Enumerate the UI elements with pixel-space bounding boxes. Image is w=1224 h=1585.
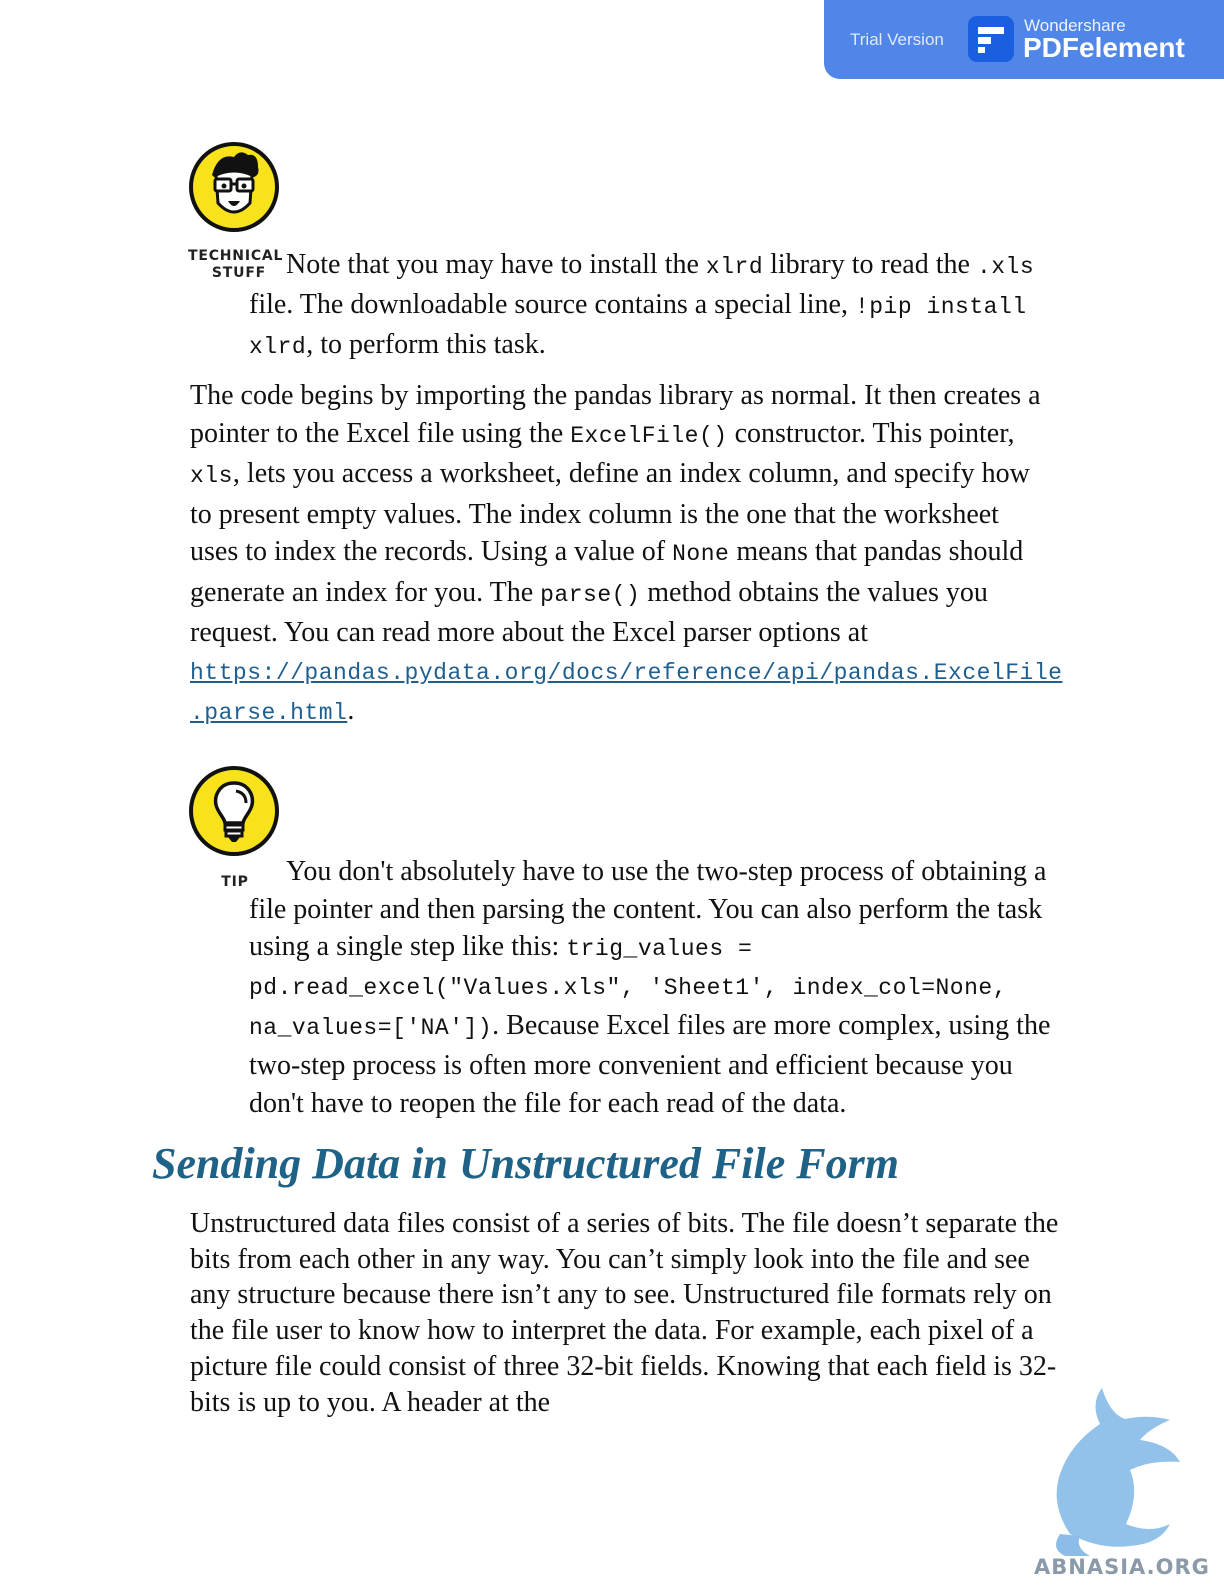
abnasia-watermark: ABNASIA.ORG (1030, 1384, 1210, 1580)
note-code-xlrd: xlrd (705, 254, 764, 280)
body-text-6: . (347, 695, 355, 726)
link-text-1: https://pandas.pydata.org/docs/reference… (190, 659, 1063, 686)
tip-code-2: pd.read_excel("Values.xls", 'Sheet1', in… (249, 974, 1008, 1001)
brand-product: PDFelement (1023, 32, 1185, 63)
section-paragraph: Unstructured data files consist of a ser… (190, 1208, 1059, 1418)
pandas-docs-link[interactable]: https://pandas.pydata.org/docs/reference… (190, 660, 1062, 727)
note-text-2: library to read the (763, 249, 977, 280)
tip-paragraph: You don't absolutely have to use the two… (249, 853, 1069, 1122)
link-text-2: .parse.html (190, 700, 348, 726)
body-code-xls: xls (190, 463, 233, 489)
body-text-2: constructor. This pointer, (727, 417, 1015, 449)
section-heading: Sending Data in Unstructured File Form (152, 1139, 899, 1188)
griffin-logo-icon: ABNASIA.ORG (1034, 1388, 1210, 1579)
note-code-xls: .xls (976, 254, 1035, 280)
body-code-none: None (672, 541, 730, 567)
watermark-text: ABNASIA.ORG (1034, 1555, 1210, 1579)
trial-version-label: Trial Version (850, 30, 944, 49)
note-text-3: file. The downloadable source contains a… (249, 289, 855, 320)
body-paragraph: The code begins by importing the pandas … (190, 377, 1062, 733)
body-code-excelfile: ExcelFile() (570, 422, 728, 449)
tip-code-1: trig_values = (566, 936, 753, 962)
nerd-face-icon (189, 142, 279, 232)
technical-stuff-note: Note that you may have to install the xl… (249, 246, 1039, 366)
note-text-4: , to perform this task. (306, 329, 546, 360)
trial-banner[interactable]: Trial Version Wondershare PDFelement (824, 0, 1224, 79)
pdfelement-logo-icon (968, 16, 1014, 62)
note-text-1: Note that you may have to install the (286, 249, 706, 280)
lightbulb-icon (189, 766, 279, 856)
tip-code-3: na_values=['NA']) (249, 1014, 493, 1041)
body-code-parse: parse() (540, 581, 641, 608)
